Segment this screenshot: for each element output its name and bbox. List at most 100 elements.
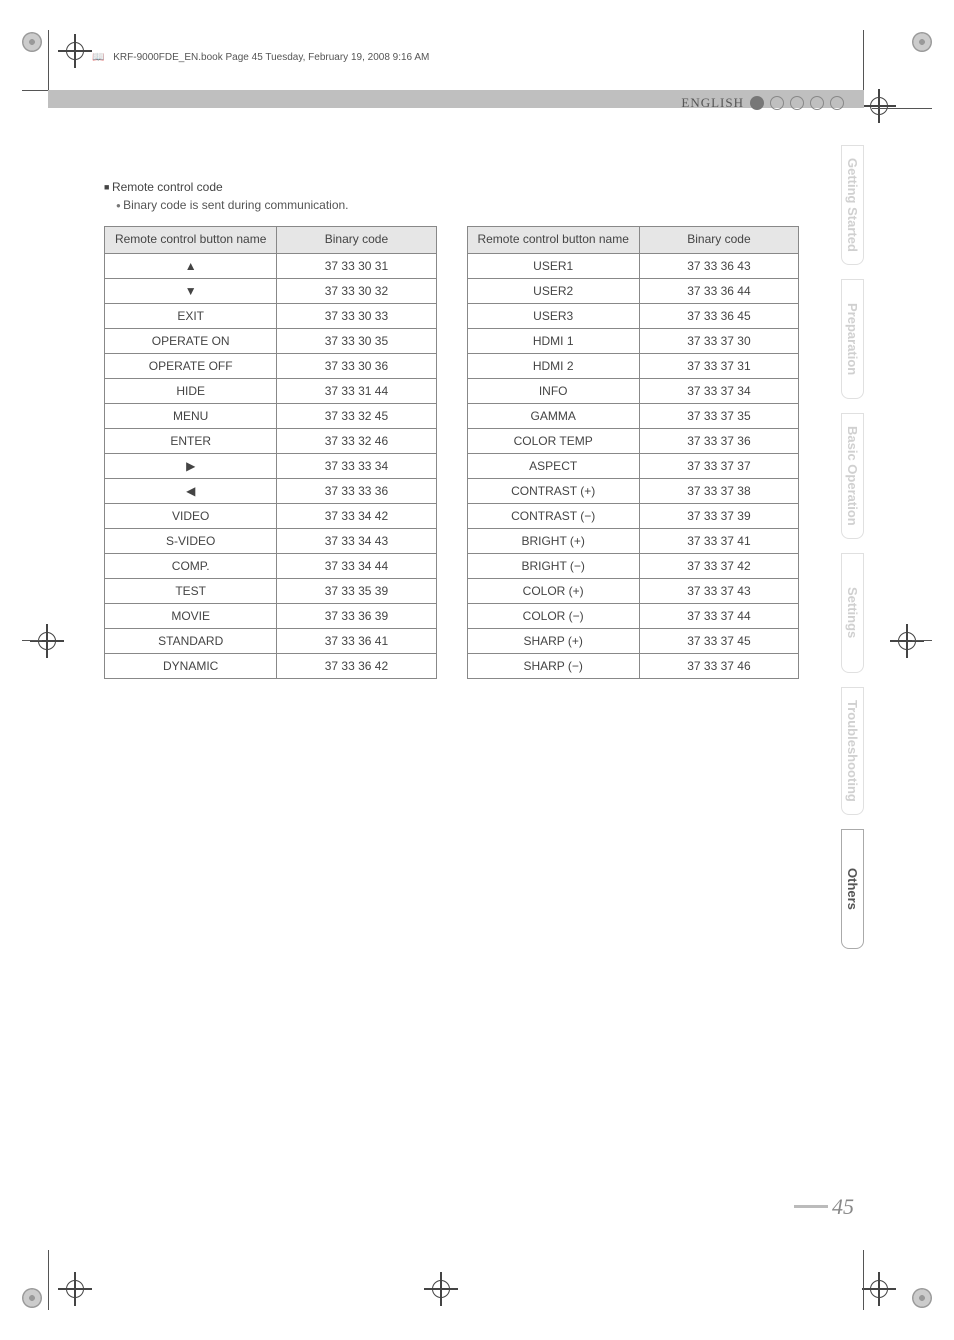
col-header-button: Remote control button name: [105, 227, 277, 254]
binary-code-cell: 37 33 37 46: [639, 653, 798, 678]
table-row: GAMMA37 33 37 35: [467, 403, 799, 428]
remote-code-table-left: Remote control button name Binary code ▲…: [104, 226, 437, 679]
binary-code-cell: 37 33 37 36: [639, 428, 798, 453]
language-label: ENGLISH: [681, 95, 744, 111]
binary-code-cell: 37 33 36 41: [277, 628, 436, 653]
section-note: Binary code is sent during communication…: [116, 198, 799, 212]
crop-line: [48, 1250, 49, 1310]
crop-line: [22, 640, 42, 641]
button-name-cell: EXIT: [105, 303, 277, 328]
binary-code-cell: 37 33 37 34: [639, 378, 798, 403]
table-row: HIDE37 33 31 44: [105, 378, 437, 403]
button-name-cell: OPERATE ON: [105, 328, 277, 353]
lang-dot-active: [750, 96, 764, 110]
table-row: ENTER37 33 32 46: [105, 428, 437, 453]
crop-line: [912, 640, 932, 641]
binary-code-cell: 37 33 37 35: [639, 403, 798, 428]
section-tab: Getting Started: [841, 145, 864, 265]
section-tabs: Getting StartedPreparationBasic Operatio…: [841, 145, 864, 949]
button-name-cell: COLOR TEMP: [467, 428, 639, 453]
print-color-mark: [22, 1288, 42, 1308]
crop-line: [872, 108, 932, 109]
lang-dot: [790, 96, 804, 110]
binary-code-cell: 37 33 30 35: [277, 328, 436, 353]
binary-code-cell: 37 33 35 39: [277, 578, 436, 603]
table-row: MOVIE37 33 36 39: [105, 603, 437, 628]
button-name-cell: MENU: [105, 403, 277, 428]
button-name-cell: COMP.: [105, 553, 277, 578]
lang-dot: [770, 96, 784, 110]
binary-code-cell: 37 33 37 45: [639, 628, 798, 653]
button-name-cell: INFO: [467, 378, 639, 403]
table-row: MENU37 33 32 45: [105, 403, 437, 428]
binary-code-cell: 37 33 36 42: [277, 653, 436, 678]
file-meta-text: KRF-9000FDE_EN.book Page 45 Tuesday, Feb…: [113, 52, 429, 63]
lang-dot: [810, 96, 824, 110]
button-name-cell: ◀: [105, 478, 277, 503]
table-row: TEST37 33 35 39: [105, 578, 437, 603]
registration-mark: [64, 1278, 86, 1300]
table-row: SHARP (+)37 33 37 45: [467, 628, 799, 653]
binary-code-cell: 37 33 30 31: [277, 253, 436, 278]
binary-code-cell: 37 33 37 41: [639, 528, 798, 553]
table-row: USER137 33 36 43: [467, 253, 799, 278]
registration-mark: [64, 40, 86, 62]
table-row: S-VIDEO37 33 34 43: [105, 528, 437, 553]
button-name-cell: DYNAMIC: [105, 653, 277, 678]
table-row: COLOR (+)37 33 37 43: [467, 578, 799, 603]
table-row: COLOR (−)37 33 37 44: [467, 603, 799, 628]
page-number: 45: [794, 1194, 854, 1220]
button-name-cell: TEST: [105, 578, 277, 603]
language-indicator: ENGLISH: [681, 95, 844, 111]
button-name-cell: STANDARD: [105, 628, 277, 653]
table-row: ▲37 33 30 31: [105, 253, 437, 278]
binary-code-cell: 37 33 37 39: [639, 503, 798, 528]
registration-mark: [868, 95, 890, 117]
binary-code-cell: 37 33 37 31: [639, 353, 798, 378]
binary-code-cell: 37 33 37 38: [639, 478, 798, 503]
table-row: SHARP (−)37 33 37 46: [467, 653, 799, 678]
binary-code-cell: 37 33 30 33: [277, 303, 436, 328]
table-row: OPERATE OFF37 33 30 36: [105, 353, 437, 378]
table-row: USER337 33 36 45: [467, 303, 799, 328]
crop-line: [863, 1250, 864, 1310]
button-name-cell: ASPECT: [467, 453, 639, 478]
table-row: DYNAMIC37 33 36 42: [105, 653, 437, 678]
binary-code-cell: 37 33 34 42: [277, 503, 436, 528]
button-name-cell: BRIGHT (+): [467, 528, 639, 553]
table-row: OPERATE ON37 33 30 35: [105, 328, 437, 353]
lang-dot: [830, 96, 844, 110]
button-name-cell: ▼: [105, 278, 277, 303]
binary-code-cell: 37 33 37 43: [639, 578, 798, 603]
button-name-cell: CONTRAST (−): [467, 503, 639, 528]
page-number-value: 45: [832, 1194, 854, 1219]
table-row: ▶37 33 33 34: [105, 453, 437, 478]
binary-code-cell: 37 33 37 37: [639, 453, 798, 478]
section-tab: Troubleshooting: [841, 687, 864, 815]
section-tab: Settings: [841, 553, 864, 673]
binary-code-cell: 37 33 33 36: [277, 478, 436, 503]
button-name-cell: SHARP (+): [467, 628, 639, 653]
binary-code-cell: 37 33 36 45: [639, 303, 798, 328]
binary-code-cell: 37 33 36 43: [639, 253, 798, 278]
button-name-cell: MOVIE: [105, 603, 277, 628]
crop-line: [48, 30, 49, 90]
table-row: VIDEO37 33 34 42: [105, 503, 437, 528]
table-row: CONTRAST (+)37 33 37 38: [467, 478, 799, 503]
table-row: COLOR TEMP37 33 37 36: [467, 428, 799, 453]
table-row: USER237 33 36 44: [467, 278, 799, 303]
col-header-code: Binary code: [277, 227, 436, 254]
button-name-cell: USER1: [467, 253, 639, 278]
table-row: BRIGHT (+)37 33 37 41: [467, 528, 799, 553]
button-name-cell: USER2: [467, 278, 639, 303]
binary-code-cell: 37 33 30 32: [277, 278, 436, 303]
binary-code-cell: 37 33 33 34: [277, 453, 436, 478]
binary-code-cell: 37 33 36 39: [277, 603, 436, 628]
button-name-cell: ▲: [105, 253, 277, 278]
print-color-mark: [912, 32, 932, 52]
table-row: HDMI 137 33 37 30: [467, 328, 799, 353]
registration-mark: [430, 1278, 452, 1300]
table-row: BRIGHT (−)37 33 37 42: [467, 553, 799, 578]
section-tab: Others: [841, 829, 864, 949]
table-row: HDMI 237 33 37 31: [467, 353, 799, 378]
